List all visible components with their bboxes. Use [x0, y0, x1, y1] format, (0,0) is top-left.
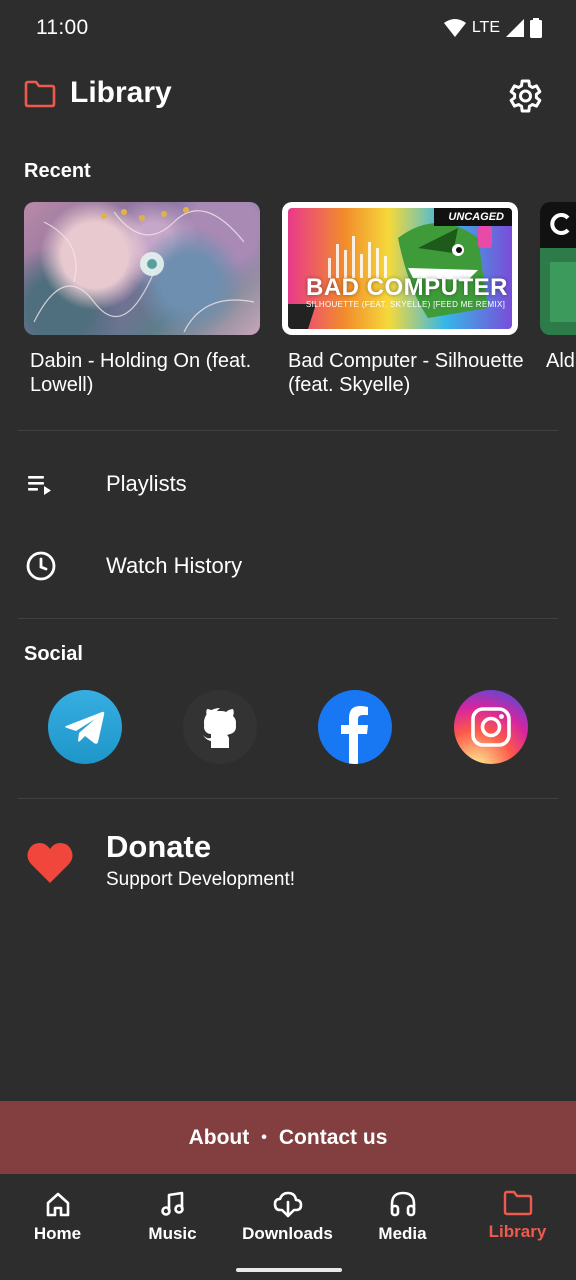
network-type-label: LTE	[471, 19, 500, 36]
home-icon	[46, 1192, 69, 1217]
battery-icon	[530, 18, 542, 38]
wifi-icon	[443, 19, 466, 37]
nav-home[interactable]: Home	[0, 1190, 115, 1256]
recent-thumbnail: BAD COMPUTER SILHOUETTE (FEAT. SKYELLE) …	[282, 202, 518, 335]
contact-us-link[interactable]: Contact us	[279, 1126, 388, 1150]
menu-item-playlists[interactable]: Playlists	[0, 449, 576, 519]
divider	[18, 430, 558, 431]
nav-music[interactable]: Music	[115, 1190, 230, 1256]
history-clock-icon	[26, 551, 56, 581]
facebook-button[interactable]	[318, 690, 392, 764]
recent-section-title: Recent	[24, 160, 91, 182]
folder-icon	[503, 1190, 532, 1216]
nav-label: Media	[378, 1224, 427, 1243]
donate-title: Donate	[106, 829, 212, 864]
instagram-icon	[471, 707, 511, 747]
instagram-button[interactable]	[454, 690, 528, 764]
recent-thumbnail	[540, 202, 576, 335]
github-button[interactable]	[183, 690, 257, 764]
artwork-illustration	[33, 207, 255, 333]
about-link[interactable]: About	[189, 1126, 250, 1150]
artwork-logo-icon	[550, 213, 570, 235]
cellular-signal-icon	[506, 19, 524, 37]
gesture-handle[interactable]	[236, 1268, 342, 1272]
facebook-icon	[341, 706, 368, 764]
folder-icon	[24, 80, 56, 108]
social-section-title: Social	[24, 643, 83, 665]
status-time: 11:00	[36, 16, 89, 39]
divider	[18, 798, 558, 799]
recent-carousel[interactable]: Dabin - Holding On (feat. Lowell) BAD CO…	[0, 202, 576, 412]
music-note-icon	[160, 1191, 184, 1216]
artwork-title-text: BAD COMPUTER	[306, 274, 508, 301]
donate-item[interactable]: Donate Support Development!	[0, 825, 576, 905]
recent-item-title: Bad Computer - Silhouette (feat. Skyelle…	[288, 350, 524, 396]
artwork-illustration	[288, 223, 492, 329]
playlist-icon	[28, 476, 51, 495]
footer-separator: •	[261, 1128, 267, 1146]
nav-label: Library	[488, 1222, 547, 1241]
status-bar: 11:00 LTE	[0, 0, 576, 56]
nav-label: Music	[148, 1224, 197, 1243]
telegram-icon	[65, 711, 105, 744]
recent-item[interactable]: Dabin - Holding On (feat. Lowell)	[24, 202, 260, 397]
footer-links-bar: About • Contact us	[0, 1101, 576, 1174]
menu-item-label: Watch History	[106, 553, 243, 578]
nav-media[interactable]: Media	[345, 1190, 460, 1256]
divider	[18, 618, 558, 619]
recent-item-title: Dabin - Holding On (feat. Lowell)	[30, 350, 252, 396]
menu-item-watch-history[interactable]: Watch History	[0, 531, 576, 601]
cloud-download-icon	[273, 1191, 302, 1218]
recent-item[interactable]: Ald - Ma	[540, 202, 576, 373]
nav-library[interactable]: Library	[460, 1190, 575, 1256]
gear-icon	[509, 79, 542, 113]
artwork-letter	[550, 262, 576, 322]
nav-label: Home	[33, 1224, 82, 1243]
nav-downloads[interactable]: Downloads	[230, 1190, 345, 1256]
recent-thumbnail	[24, 202, 260, 335]
menu-item-label: Playlists	[106, 471, 187, 496]
social-row	[0, 690, 576, 764]
github-icon	[203, 708, 236, 748]
headphones-icon	[390, 1191, 415, 1217]
bottom-navigation: Home Music Downloads Media Library	[0, 1174, 576, 1280]
status-icons: LTE	[443, 18, 542, 38]
header: Library	[0, 68, 576, 124]
nav-label: Downloads	[242, 1224, 333, 1243]
artwork-background: BAD COMPUTER SILHOUETTE (FEAT. SKYELLE) …	[288, 208, 512, 329]
artwork-badge: UNCAGED	[434, 208, 512, 226]
artwork-subtitle-text: SILHOUETTE (FEAT. SKYELLE) [FEED ME REMI…	[306, 300, 506, 309]
heart-icon	[27, 843, 73, 883]
settings-button[interactable]	[504, 76, 544, 116]
page-title: Library	[70, 76, 172, 109]
recent-item-title: Ald - Ma	[546, 350, 576, 372]
telegram-button[interactable]	[48, 690, 122, 764]
donate-subtitle: Support Development!	[106, 869, 296, 890]
recent-item[interactable]: BAD COMPUTER SILHOUETTE (FEAT. SKYELLE) …	[282, 202, 524, 397]
